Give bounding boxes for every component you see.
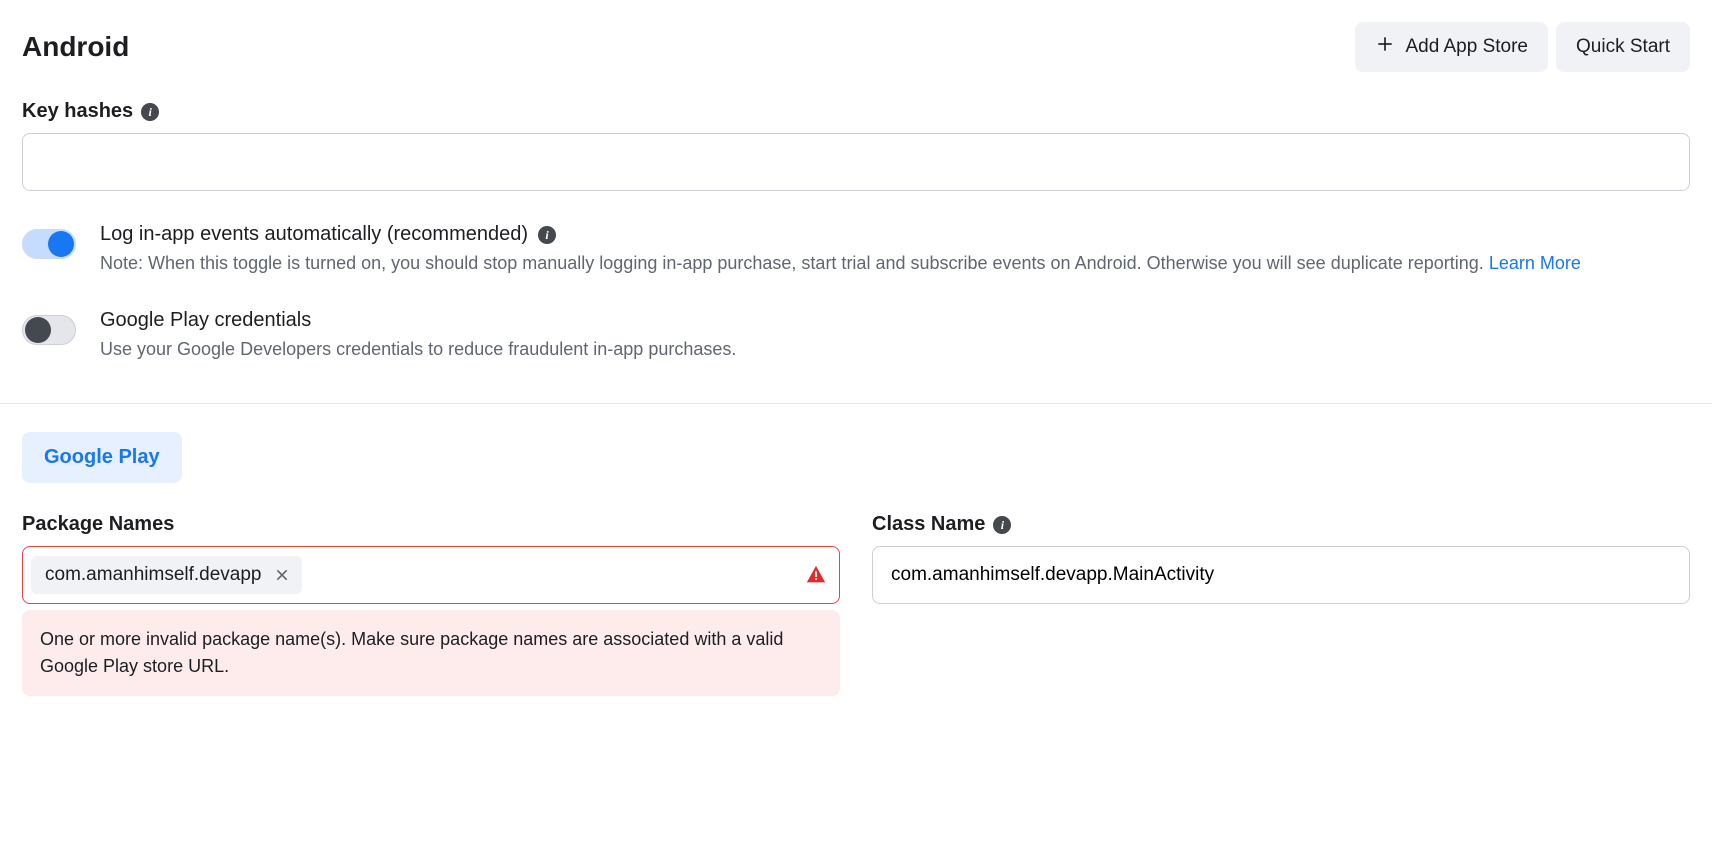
package-names-input[interactable]: com.amanhimself.devapp	[22, 546, 840, 604]
page-title: Android	[22, 31, 129, 63]
quick-start-button[interactable]: Quick Start	[1556, 22, 1690, 72]
package-names-label: Package Names	[22, 513, 174, 536]
info-icon[interactable]: i	[141, 103, 159, 121]
class-name-input[interactable]	[872, 546, 1690, 604]
google-play-credentials-desc: Use your Google Developers credentials t…	[100, 339, 736, 359]
class-name-label: Class Name	[872, 513, 985, 536]
info-icon[interactable]: i	[538, 226, 556, 244]
key-hashes-input[interactable]	[22, 133, 1690, 191]
learn-more-link[interactable]: Learn More	[1489, 253, 1581, 273]
close-icon[interactable]	[272, 565, 292, 585]
google-play-credentials-title: Google Play credentials	[100, 309, 311, 332]
auto-log-events-title: Log in-app events automatically (recomme…	[100, 223, 528, 246]
plus-icon	[1375, 34, 1395, 60]
package-chip-text: com.amanhimself.devapp	[45, 564, 262, 586]
package-name-chip: com.amanhimself.devapp	[31, 556, 302, 594]
info-icon[interactable]: i	[993, 516, 1011, 534]
auto-log-events-toggle[interactable]	[22, 229, 76, 259]
key-hashes-label: Key hashes	[22, 100, 133, 123]
warning-icon	[805, 564, 827, 586]
auto-log-events-note: Note: When this toggle is turned on, you…	[100, 253, 1484, 273]
tab-google-play[interactable]: Google Play	[22, 432, 182, 483]
section-divider	[0, 403, 1712, 404]
add-app-store-label: Add App Store	[1405, 36, 1528, 58]
google-play-credentials-toggle[interactable]	[22, 315, 76, 345]
add-app-store-button[interactable]: Add App Store	[1355, 22, 1548, 72]
package-names-error: One or more invalid package name(s). Mak…	[22, 610, 840, 696]
quick-start-label: Quick Start	[1576, 36, 1670, 58]
